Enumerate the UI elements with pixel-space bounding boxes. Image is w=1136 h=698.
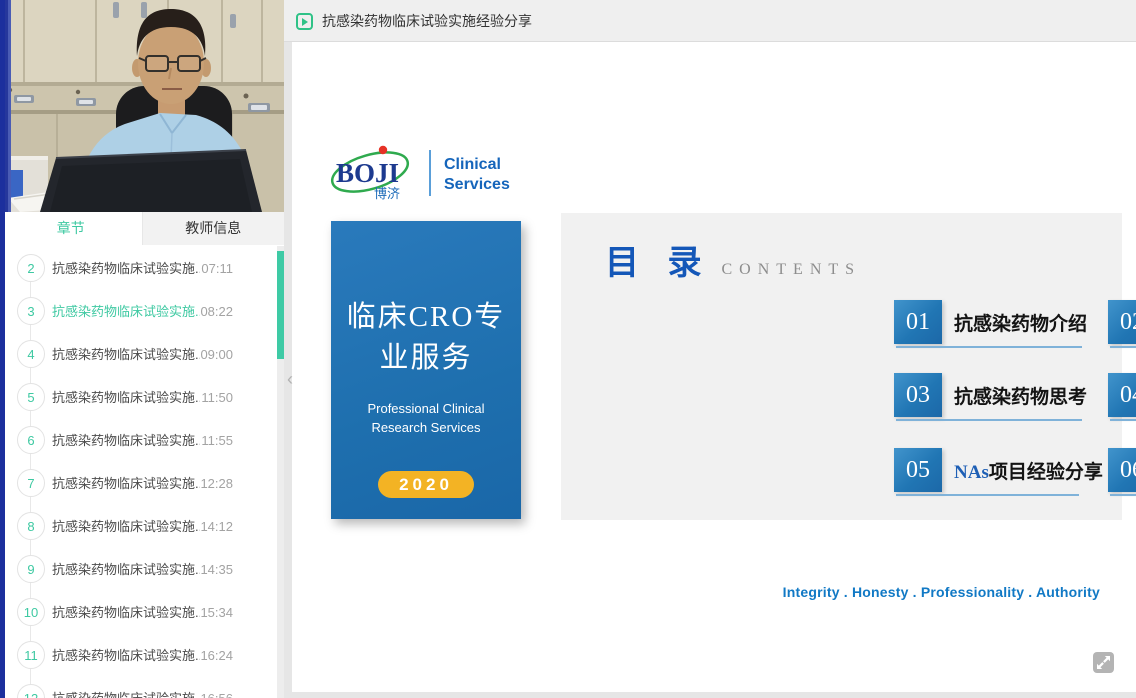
chapter-list-item[interactable]: 4 抗感染药物临床试验实施... 09:00 [0,333,277,376]
contents-title-cn: 目 录 [605,235,712,284]
chapter-timestamp: 09:00 [200,333,233,376]
chapter-timestamp: 14:12 [200,505,233,548]
toc-num: 06 [1108,448,1136,492]
collapse-sidebar-chevron-icon[interactable]: ‹ [284,368,296,390]
logo-service-line1: Clinical [444,156,501,173]
chapter-number-badge: 2 [17,254,45,282]
tab-teacher-info[interactable]: 教师信息 [142,212,285,245]
cover-card-year-badge: 2020 [378,471,474,498]
chapter-title: 抗感染药物临床试验实施... [52,634,200,677]
chapter-number-badge: 5 [17,383,45,411]
chapter-title: 抗感染药物临床试验实施... [52,290,200,333]
chapter-list-item[interactable]: 2 抗感染药物临床试验实施... 07:11 [0,247,277,290]
chapter-timestamp: 11:50 [201,376,233,419]
teacher-video[interactable] [0,0,284,212]
chapter-title: 抗感染药物临床试验实施... [52,462,200,505]
chapter-list-item[interactable]: 10 抗感染药物临床试验实施... 15:34 [0,591,277,634]
toc-num: 05 [894,448,942,492]
chapter-title: 抗感染药物临床试验实施... [52,548,200,591]
toc-num: 04 [1108,373,1136,417]
toc-underline [896,494,1079,496]
toc-underline [896,346,1082,348]
tab-chapters[interactable]: 章节 [0,212,142,245]
chapter-timestamp: 16:56 [200,677,233,698]
contents-title-en: CONTENTS [722,261,862,279]
chapter-number-badge: 11 [17,641,45,669]
fullscreen-button[interactable] [1093,652,1114,673]
chapter-number-badge: 9 [17,555,45,583]
toc-underline [896,419,1082,421]
chapter-number-badge: 8 [17,512,45,540]
chapter-list-item[interactable]: 12 抗感染药物临床试验实施... 16:56 [0,677,277,698]
cover-card-subtitle: Professional Clinical Research Services [331,399,521,437]
lesson-title: 抗感染药物临床试验实施经验分享 [322,0,532,42]
chapter-title: 抗感染药物临床试验实施... [52,677,200,698]
toc-underline [1110,419,1136,421]
chapter-list-item[interactable]: 11 抗感染药物临床试验实施... 16:24 [0,634,277,677]
chapter-list-item[interactable]: 3 抗感染药物临床试验实施... 08:22 [0,290,277,333]
sidebar: 章节 教师信息 2 抗感染药物临床试验实施... 07:11 3 抗感染药物临床… [0,0,284,698]
main-content: ‹ BOJI 博济 Clinical Services 临床CRO专 业服 [284,42,1136,698]
chapter-list-item[interactable]: 8 抗感染药物临床试验实施... 14:12 [0,505,277,548]
chapter-timestamp: 08:22 [200,290,233,333]
toc-text: NAs项目经验分享 [954,457,1103,484]
play-icon [296,13,313,30]
chapter-timestamp: 15:34 [200,591,233,634]
sidebar-scrollbar-thumb[interactable] [277,251,284,359]
chapter-timestamp: 11:55 [201,419,233,462]
chapter-timestamp: 12:28 [200,462,233,505]
toc-item-01: 01 抗感染药物介绍 [894,300,1136,348]
chapter-title: 抗感染药物临床试验实施... [52,505,200,548]
chapter-title: 抗感染药物临床试验实施... [52,591,200,634]
logo-brand-text: BOJI [336,158,399,188]
toc-num: 03 [894,373,942,417]
teacher-video-frame [0,0,284,212]
toc-item-04: 04 以“CHB”研究为例 [1108,373,1136,421]
chapter-number-badge: 7 [17,469,45,497]
chapter-title: 抗感染药物临床试验实施... [52,247,200,290]
chapter-list-item[interactable]: 5 抗感染药物临床试验实施... 11:50 [0,376,277,419]
toc-num: 02 [1108,300,1136,344]
chapter-list: 2 抗感染药物临床试验实施... 07:11 3 抗感染药物临床试验实施... … [0,247,277,698]
slide-motto: Integrity . Honesty . Professionality . … [783,584,1100,600]
chapter-list-item[interactable]: 6 抗感染药物临床试验实施... 11:55 [0,419,277,462]
logo-red-dot [379,146,387,154]
boji-logo: BOJI 博济 Clinical Services [328,142,588,204]
sidebar-tabs: 章节 教师信息 [0,212,284,245]
toc-item-05: 05 NAs项目经验分享 [894,448,1136,496]
chapter-list-item[interactable]: 7 抗感染药物临床试验实施... 12:28 [0,462,277,505]
chapter-list-item[interactable]: 9 抗感染药物临床试验实施... 14:35 [0,548,277,591]
chapter-number-badge: 3 [17,297,45,325]
contents-header: 目 录 CONTENTS [605,235,861,284]
toc-underline [1110,494,1136,496]
expand-icon [1093,652,1114,673]
toc-underline [1110,346,1136,348]
toc-item-02: 02 相关指导原则、指南与政策 [1108,300,1136,348]
slide-viewer: BOJI 博济 Clinical Services 临床CRO专 业服务 Pro… [292,42,1136,692]
toc-text: 抗感染药物思考 [954,382,1087,409]
chapter-number-badge: 4 [17,340,45,368]
contents-panel: 目 录 CONTENTS 01 抗感染药物介绍 02 相关指导原则、指南与政策 [561,213,1122,520]
toc-item-06: 06 Q&A（互动交流） [1108,448,1136,496]
cover-card: 临床CRO专 业服务 Professional Clinical Researc… [331,221,521,519]
app-window: 章节 教师信息 2 抗感染药物临床试验实施... 07:11 3 抗感染药物临床… [0,0,1136,698]
logo-service-line2: Services [444,176,510,193]
chapter-number-badge: 10 [17,598,45,626]
toc-text: 抗感染药物介绍 [954,309,1087,336]
toc-item-03: 03 抗感染药物思考 [894,373,1136,421]
sidebar-scrollbar [277,246,284,698]
chapter-timestamp: 14:35 [200,548,233,591]
chapter-title: 抗感染药物临床试验实施... [52,419,200,462]
page-left-edge [0,0,5,698]
chapter-timestamp: 16:24 [200,634,233,677]
chapter-timestamp: 07:11 [201,247,233,290]
chapter-number-badge: 6 [17,426,45,454]
cover-card-title: 临床CRO专 业服务 [331,297,521,379]
topbar: 抗感染药物临床试验实施经验分享 [284,0,1136,42]
toc-num: 01 [894,300,942,344]
chapter-title: 抗感染药物临床试验实施... [52,333,200,376]
chapter-number-badge: 12 [17,684,45,698]
chapter-title: 抗感染药物临床试验实施... [52,376,200,419]
logo-brand-cn: 博济 [374,186,400,201]
